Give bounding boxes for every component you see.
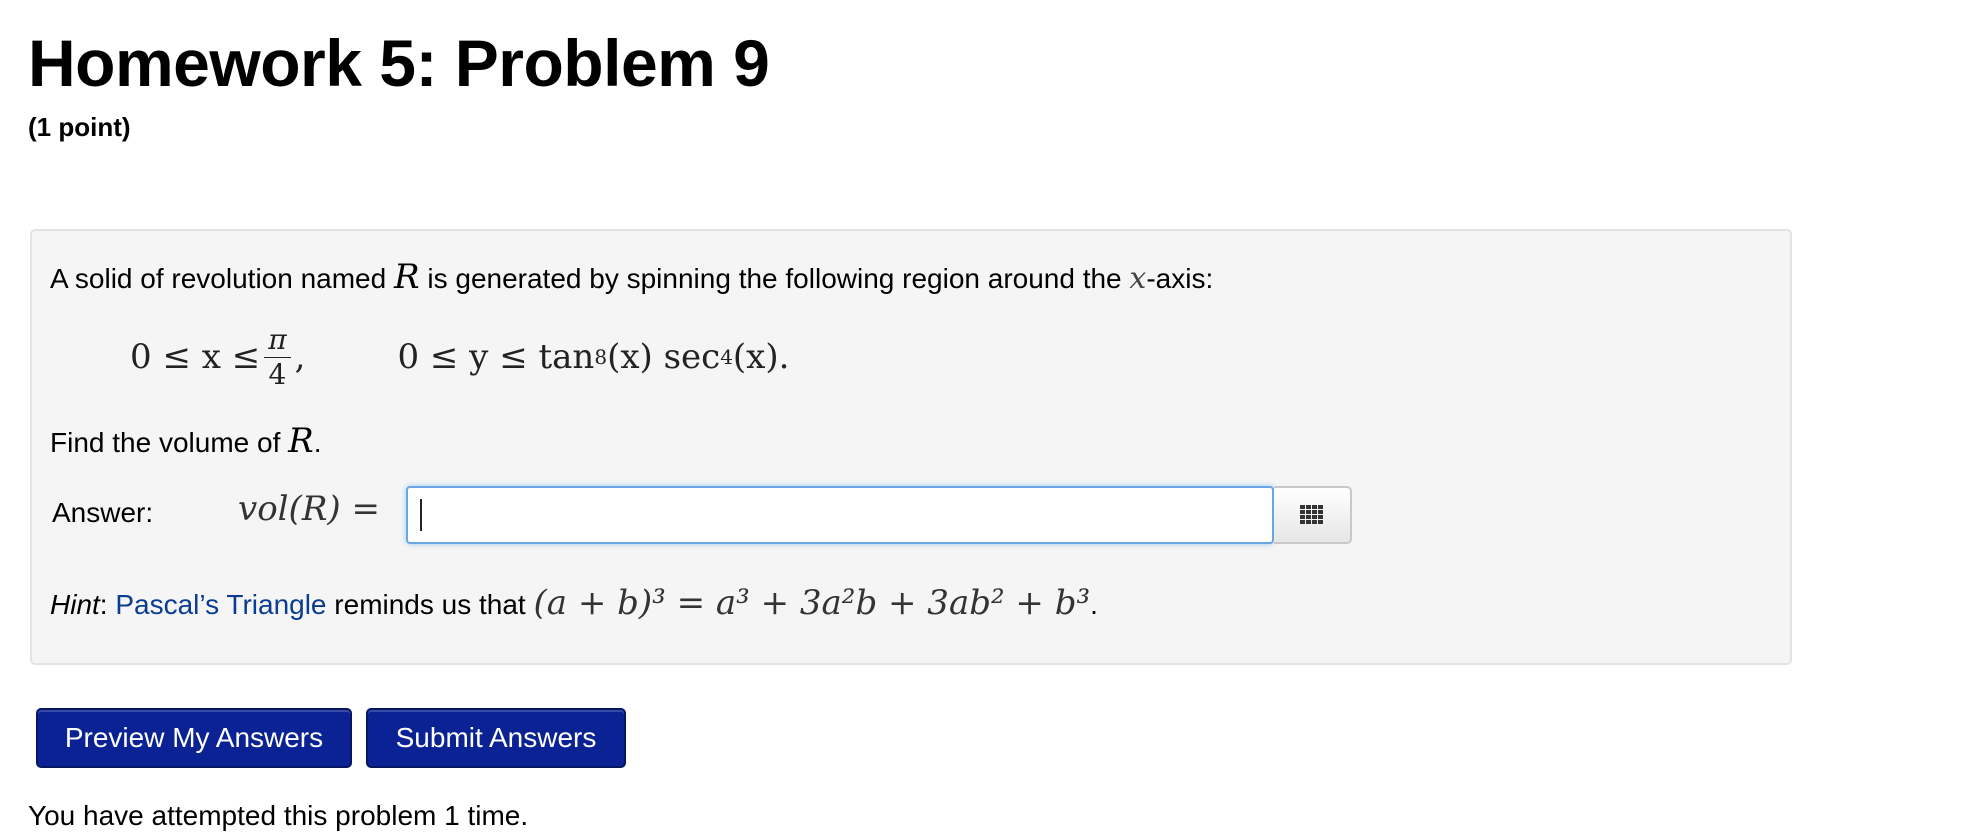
text-caret bbox=[420, 499, 422, 531]
equation-editor-button[interactable] bbox=[1274, 486, 1352, 544]
preview-answers-button[interactable]: Preview My Answers bbox=[36, 708, 352, 768]
hint-end: . bbox=[1090, 589, 1098, 620]
pascals-triangle-link[interactable]: Pascal’s Triangle bbox=[115, 589, 326, 620]
problem-statement: A solid of revolution named R is generat… bbox=[50, 257, 1213, 297]
hint-text: Hint: Pascal’s Triangle reminds us that … bbox=[50, 583, 1098, 623]
intro-text-2: is generated by spinning the following r… bbox=[419, 263, 1130, 294]
binomial-formula: (a + b)³ = a³ + 3a²b + 3ab² + b³ bbox=[533, 583, 1091, 623]
submit-answers-button[interactable]: Submit Answers bbox=[366, 708, 626, 768]
find-symbol: R bbox=[288, 421, 314, 461]
hint-colon: : bbox=[99, 589, 116, 620]
hint-label: Hint bbox=[50, 589, 100, 620]
attempts-status: You have attempted this problem 1 time. bbox=[28, 800, 529, 831]
axis-symbol: x bbox=[1129, 261, 1147, 296]
sec-argument: (x). bbox=[732, 337, 790, 377]
problem-points: (1 point) bbox=[28, 112, 131, 142]
page-title: Homework 5: Problem 9 bbox=[28, 26, 770, 100]
answer-input[interactable] bbox=[406, 486, 1274, 544]
answer-label: Answer: bbox=[52, 497, 154, 528]
find-text: Find the volume of bbox=[50, 427, 289, 458]
fraction-denominator: 4 bbox=[268, 357, 287, 391]
tan-argument: (x) sec bbox=[607, 337, 721, 377]
solid-symbol: R bbox=[393, 257, 420, 297]
fraction-numerator: π bbox=[268, 322, 287, 356]
comma: , bbox=[294, 337, 306, 377]
hint-body: reminds us that bbox=[326, 589, 534, 620]
grid-icon bbox=[1300, 505, 1323, 524]
x-range: 0 ≤ x ≤ bbox=[130, 337, 261, 377]
find-volume-text: Find the volume of R. bbox=[50, 421, 322, 461]
pi-over-four: π 4 bbox=[264, 322, 291, 391]
find-end: . bbox=[313, 427, 322, 458]
intro-text-1: A solid of revolution named bbox=[50, 263, 394, 294]
y-range: 0 ≤ y ≤ tan bbox=[397, 337, 595, 377]
region-definition: 0 ≤ x ≤ π 4 , 0 ≤ y ≤ tan 8 (x) sec 4 (x). bbox=[130, 322, 790, 391]
answer-lhs: vol(R) = bbox=[238, 489, 380, 529]
problem-panel: A solid of revolution named R is generat… bbox=[30, 229, 1792, 665]
intro-text-3: -axis: bbox=[1146, 263, 1214, 294]
